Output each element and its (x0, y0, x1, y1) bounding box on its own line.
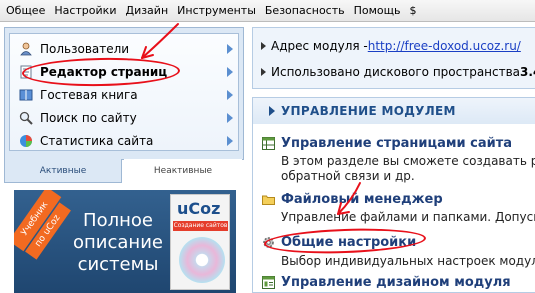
annotation-arrow-right (337, 182, 361, 215)
annotation-arrows (141, 23, 361, 215)
annotation-arrow-left (141, 23, 179, 59)
